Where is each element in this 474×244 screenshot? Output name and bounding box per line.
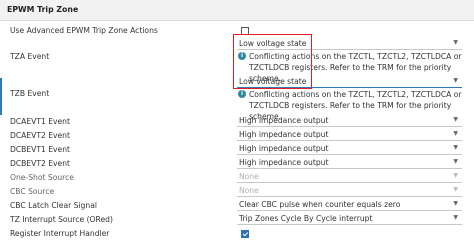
info-icon: i: [238, 90, 246, 98]
tzb-event-warning: i Conflicting actions on the TZCTL, TZCT…: [238, 89, 470, 121]
chevron-down-icon: ▼: [453, 158, 458, 165]
chevron-down-icon: ▼: [453, 172, 458, 179]
dcaevt2-label: DCAEVT2 Event: [10, 131, 70, 140]
epwm-trip-zone-panel: EPWM Trip Zone Use Advanced EPWM Trip Zo…: [0, 0, 474, 244]
tza-event-select[interactable]: Low voltage state ▼: [237, 38, 462, 50]
chevron-down-icon: ▼: [453, 39, 458, 46]
chevron-down-icon: ▼: [453, 144, 458, 151]
dcbevt2-select[interactable]: High impedance output ▼: [237, 157, 462, 169]
one-shot-source-select[interactable]: None ▼: [237, 171, 462, 183]
section-title: EPWM Trip Zone: [7, 5, 79, 14]
tz-interrupt-source-label: TZ Interrupt Source (ORed): [10, 215, 113, 224]
tza-event-value: Low voltage state: [239, 39, 307, 48]
dcaevt1-value: High impedance output: [239, 116, 329, 125]
section-header[interactable]: EPWM Trip Zone: [0, 0, 474, 21]
chevron-down-icon: ▼: [453, 200, 458, 207]
dcaevt1-label: DCAEVT1 Event: [10, 117, 70, 126]
tz-interrupt-source-select[interactable]: Trip Zones Cycle By Cycle interrupt ▼: [237, 213, 462, 225]
dcbevt1-label: DCBEVT1 Event: [10, 145, 70, 154]
tz-interrupt-source-value: Trip Zones Cycle By Cycle interrupt: [239, 214, 373, 223]
chevron-down-icon: ▼: [453, 116, 458, 123]
register-interrupt-handler-checkbox[interactable]: [241, 230, 249, 238]
cbc-source-label: CBC Source: [10, 187, 55, 196]
chevron-down-icon: ▼: [453, 186, 458, 193]
use-advanced-checkbox[interactable]: [241, 27, 249, 35]
cbc-latch-clear-select[interactable]: Clear CBC pulse when counter equals zero…: [237, 199, 462, 211]
register-interrupt-handler-label: Register Interrupt Handler: [10, 229, 110, 238]
chevron-down-icon: ▼: [453, 77, 458, 84]
chevron-down-icon: ▼: [453, 214, 458, 221]
dcbevt2-label: DCBEVT2 Event: [10, 159, 70, 168]
tza-event-warning: i Conflicting actions on the TZCTL, TZCT…: [238, 51, 470, 83]
one-shot-source-value: None: [239, 172, 259, 181]
cbc-source-select[interactable]: None ▼: [237, 185, 462, 197]
dcaevt2-value: High impedance output: [239, 130, 329, 139]
cbc-latch-clear-label: CBC Latch Clear Signal: [10, 201, 97, 210]
dcaevt2-select[interactable]: High impedance output ▼: [237, 129, 462, 141]
tza-event-label: TZA Event: [10, 52, 50, 61]
dcaevt1-select[interactable]: High impedance output ▼: [237, 115, 462, 127]
dcbevt1-value: High impedance output: [239, 144, 329, 153]
cbc-source-value: None: [239, 186, 259, 195]
tzb-event-label: TZB Event: [10, 89, 50, 98]
tzb-event-value: Low voltage state: [239, 77, 307, 86]
info-icon: i: [238, 52, 246, 60]
dcbevt1-select[interactable]: High impedance output ▼: [237, 143, 462, 155]
dcbevt2-value: High impedance output: [239, 158, 329, 167]
chevron-down-icon: ▼: [453, 130, 458, 137]
tzb-focus-indicator: [0, 78, 2, 115]
cbc-latch-clear-value: Clear CBC pulse when counter equals zero: [239, 200, 401, 209]
tzb-event-select[interactable]: Low voltage state ▼: [237, 76, 462, 88]
use-advanced-label: Use Advanced EPWM Trip Zone Actions: [10, 26, 158, 35]
one-shot-source-label: One-Shot Source: [10, 173, 74, 182]
